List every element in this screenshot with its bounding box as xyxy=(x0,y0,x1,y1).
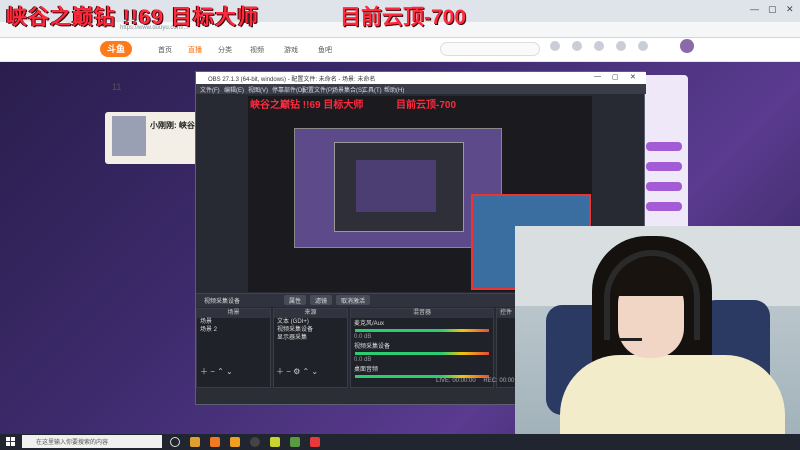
audio-meter xyxy=(355,329,489,332)
app-icon[interactable] xyxy=(210,437,220,447)
source-item[interactable]: 显示器采集 xyxy=(274,334,347,342)
obs-maximize-icon[interactable]: ▢ xyxy=(612,73,619,81)
audio-meter xyxy=(355,352,489,355)
rank-value: 11 xyxy=(112,82,122,92)
mixer-channel-value: 0.0 dB xyxy=(354,334,372,340)
menu-profile[interactable]: 配置文件(P) xyxy=(302,85,334,94)
mixer-channel-name: 麦克风/Aux xyxy=(354,321,385,327)
nav-item-home[interactable]: 首页 xyxy=(158,45,172,55)
mixer-header: 混音器 xyxy=(351,309,493,318)
stream-overlay-goal: 目前云顶-700 xyxy=(340,6,467,29)
nav-item-category[interactable]: 分类 xyxy=(218,45,232,55)
menu-file[interactable]: 文件(F) xyxy=(200,85,220,94)
app-icon[interactable] xyxy=(310,437,320,447)
selected-source-label: 视频采集设备 xyxy=(204,299,241,305)
source-item[interactable]: 文本 (GDI+) xyxy=(274,318,347,326)
mixer-channel-value: 0.0 dB xyxy=(354,357,372,363)
minimize-icon[interactable]: — xyxy=(750,4,759,14)
maximize-icon[interactable]: ▢ xyxy=(768,4,777,15)
mixer-channel-name: 视频采集设备 xyxy=(354,344,391,350)
site-search-input[interactable] xyxy=(440,42,540,56)
menu-edit[interactable]: 编辑(E) xyxy=(224,85,244,94)
live-time: LIVE: 00:00:00 xyxy=(436,378,476,384)
controls-header: 控件 xyxy=(497,309,515,318)
message-icon[interactable] xyxy=(594,41,604,51)
scene-item[interactable]: 场景 xyxy=(197,318,270,326)
preview-overlay-title: 峡谷之巅钻 !!69 目标大师 xyxy=(250,100,364,111)
menu-help[interactable]: 帮助(H) xyxy=(384,85,404,94)
app-icon[interactable] xyxy=(270,437,280,447)
live-start-icon[interactable] xyxy=(638,41,648,51)
menu-view[interactable]: 视图(V) xyxy=(248,85,268,94)
history-icon[interactable] xyxy=(550,41,560,51)
task-view-icon[interactable] xyxy=(170,437,180,447)
obs-taskbar-icon[interactable] xyxy=(250,437,260,447)
screen: https://www.douyu.com/... — ▢ ✕ 斗鱼 首页 直播… xyxy=(0,0,800,450)
obs-status-bar: LIVE: 00:00:00 REC: 00:00:00 xyxy=(436,378,523,384)
obs-minimize-icon[interactable]: — xyxy=(594,73,601,80)
nav-item-live[interactable]: 直播 xyxy=(188,45,202,55)
headset xyxy=(604,250,700,340)
scene-item[interactable]: 场景 2 xyxy=(197,326,270,334)
side-pill[interactable] xyxy=(646,182,682,191)
controls-dock: 控件 xyxy=(496,308,516,388)
side-pill[interactable] xyxy=(646,142,682,151)
headset-mic xyxy=(620,338,642,341)
scenes-header: 场景 xyxy=(197,309,270,318)
obs-close-icon[interactable]: ✕ xyxy=(630,73,636,81)
nav-item-video[interactable]: 视频 xyxy=(250,45,264,55)
follow-icon[interactable] xyxy=(572,41,582,51)
app-icon[interactable] xyxy=(230,437,240,447)
streamer-avatar[interactable] xyxy=(112,116,146,156)
filters-button[interactable]: 滤镜 xyxy=(310,295,333,305)
user-avatar[interactable] xyxy=(680,39,694,53)
obs-window-title: OBS 27.1.3 (64-bit, windows) - 配置文件: 未命名… xyxy=(208,77,376,83)
mixer-channel-name: 桌面音频 xyxy=(354,367,379,373)
deactivate-button[interactable]: 取消激活 xyxy=(336,295,371,305)
add-source-icon[interactable]: ＋ − ⚙ ⌃ ⌄ xyxy=(276,366,318,377)
douyu-logo[interactable]: 斗鱼 xyxy=(100,41,132,57)
streamer-name[interactable]: 小刚刚: 峡谷 xyxy=(150,120,195,131)
file-explorer-icon[interactable] xyxy=(190,437,200,447)
menu-tools[interactable]: 工具(T) xyxy=(362,85,382,94)
stream-overlay-title: 峡谷之巅钻 !!69 目标大师 xyxy=(6,6,260,29)
nav-item-game[interactable]: 游戏 xyxy=(284,45,298,55)
close-icon[interactable]: ✕ xyxy=(786,4,794,15)
preview-overlay-goal: 目前云顶-700 xyxy=(396,100,457,111)
nav-item-yuba[interactable]: 鱼吧 xyxy=(318,45,332,55)
add-scene-icon[interactable]: ＋ − ⌃ ⌄ xyxy=(200,366,233,377)
source-item[interactable]: 视频采集设备 xyxy=(274,326,347,334)
side-pill[interactable] xyxy=(646,202,682,211)
sources-header: 来源 xyxy=(274,309,347,318)
app-icon[interactable] xyxy=(290,437,300,447)
mixer-dock: 混音器 麦克风/Aux 0.0 dB 视频采集设备 0.0 dB 桌面音频 xyxy=(350,308,494,388)
menu-docks[interactable]: 停靠部件(D) xyxy=(272,85,304,94)
taskbar-search-placeholder: 在这里输入你要搜索的内容 xyxy=(36,440,109,446)
properties-button[interactable]: 属性 xyxy=(284,295,307,305)
windows-start-icon[interactable] xyxy=(6,437,15,446)
preview-nested-capture xyxy=(356,160,436,212)
download-icon[interactable] xyxy=(616,41,626,51)
side-pill[interactable] xyxy=(646,162,682,171)
menu-scene-collection[interactable]: 场景集合(S) xyxy=(332,85,364,94)
